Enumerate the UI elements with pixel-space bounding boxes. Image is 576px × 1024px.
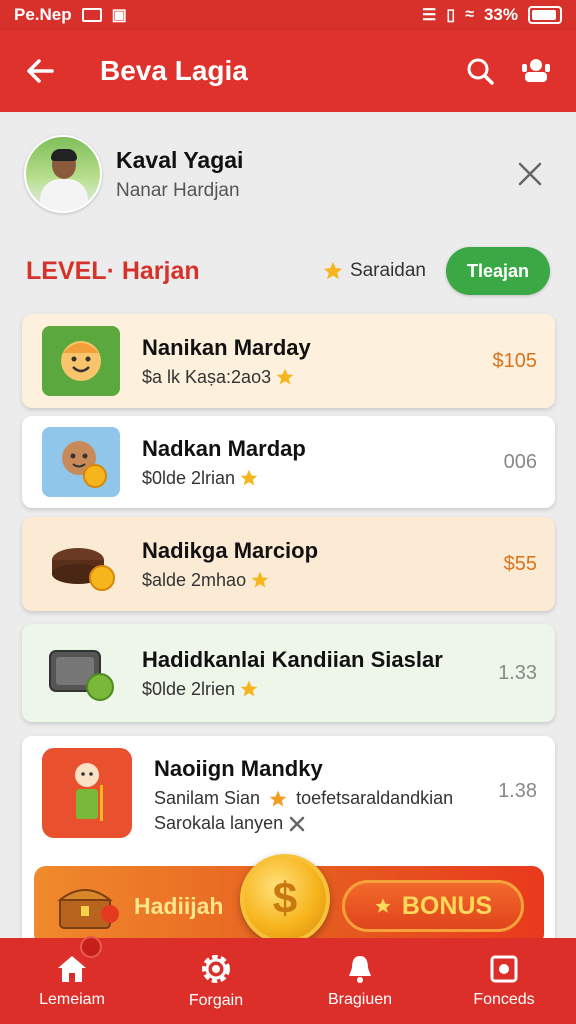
nav-label: Fonceds — [473, 991, 535, 1008]
notification-icon: ▣ — [111, 7, 127, 24]
star-icon — [240, 680, 258, 697]
status-bar: Pe.Nep ▣ ☰ ▯ ≈ 33% — [0, 0, 576, 30]
nav-label: Lemeiam — [39, 991, 105, 1008]
card-value: 1.33 — [498, 661, 537, 684]
treasure-coins-icon — [42, 529, 120, 599]
link-icon: ☰ — [422, 7, 437, 24]
bonus-banner[interactable]: Hadiijah $ BONUS — [34, 854, 544, 938]
reward-card[interactable]: Hadidkanlai Kandiian Siaslar $0lde 2lrie… — [22, 624, 555, 722]
close-button[interactable] — [506, 150, 554, 198]
nav-item-home[interactable]: Lemeiam — [0, 936, 144, 1024]
star-icon — [375, 898, 391, 913]
nav-item-notifications[interactable]: Bragiuen — [288, 938, 432, 1024]
card-subtitle: $0lde 2lrien — [142, 678, 236, 699]
mail-icon — [81, 8, 102, 22]
card-value: 1.38 — [498, 780, 537, 802]
profile-name: Kaval Yagai — [116, 146, 244, 173]
card-value: 006 — [503, 450, 537, 473]
tools-icon — [289, 816, 305, 831]
card-title: Nanikan Marday — [142, 334, 311, 360]
avatar[interactable] — [24, 135, 102, 213]
card-subtitle-secondary: Sarokala lanyen — [154, 813, 284, 833]
card-subtitle: $0lde 2lrian — [142, 467, 236, 488]
arrow-left-icon — [27, 59, 54, 83]
search-button[interactable] — [452, 30, 508, 112]
bonus-button-label: BONUS — [401, 891, 493, 920]
level-action-button[interactable]: Tleajan — [446, 247, 550, 295]
card-subtitle-extra: toefetsaraldandkian — [296, 788, 454, 808]
dollar-coin-icon: $ — [240, 854, 330, 938]
close-icon — [518, 162, 542, 186]
reward-card[interactable]: Nadkan Mardap $0lde 2lrian 006 — [22, 416, 555, 508]
nav-label: Forgain — [188, 992, 244, 1009]
nav-item-settings[interactable]: Forgain — [144, 938, 288, 1024]
card-subtitle: Sanilam Sian — [154, 788, 261, 808]
card-title: Nadikga Marciop — [142, 537, 319, 563]
card-value: $55 — [503, 552, 537, 575]
reward-card[interactable]: Nanikan Marday $a lk Kaṣa:2ao3 $105 — [22, 314, 555, 408]
profile-button[interactable] — [508, 30, 564, 112]
character-icon — [42, 748, 132, 838]
star-icon — [269, 790, 287, 806]
wifi-icon: ≈ — [465, 6, 474, 23]
nav-item-wallet[interactable]: Fonceds — [432, 938, 576, 1024]
star-icon — [276, 368, 294, 385]
level-row: LEVEL· Harjan Saraidan Tleajan — [26, 246, 550, 296]
card-title: Naoiign Mandky — [154, 756, 323, 781]
profile-header: Kaval Yagai Nanar Hardjan — [24, 134, 554, 214]
card-title: Hadidkanlai Kandiian Siaslar — [142, 646, 443, 672]
nav-label: Bragiuen — [327, 991, 393, 1008]
card-value: $105 — [492, 349, 538, 372]
level-status: Saraidan — [322, 260, 426, 282]
app-bar: Beva Lagia — [0, 30, 576, 112]
search-icon — [467, 58, 494, 85]
battery-percent: 33% — [483, 5, 518, 24]
wallet-icon — [490, 955, 518, 983]
level-status-text: Saraidan — [349, 260, 426, 281]
star-icon — [240, 469, 258, 486]
notification-badge — [80, 936, 102, 958]
bottom-nav: Lemeiam Forgain Bragiuen Fonceds — [0, 936, 576, 1024]
treasure-chest-icon — [57, 889, 119, 929]
back-button[interactable] — [0, 30, 80, 112]
card-subtitle: $alde 2mhao — [142, 569, 247, 590]
battery-icon — [528, 6, 562, 24]
profile-subtitle: Nanar Hardjan — [116, 179, 240, 201]
smiley-icon — [42, 326, 120, 396]
bonus-button[interactable]: BONUS — [342, 880, 524, 932]
character-coin-icon — [42, 427, 120, 497]
status-carrier-text: Pe.Nep — [14, 5, 72, 24]
banner-label: Hadiijah — [134, 892, 224, 919]
card-subtitle: $a lk Kaṣa:2ao3 — [142, 366, 272, 387]
star-icon — [251, 571, 269, 588]
home-icon — [58, 956, 86, 982]
page-title: Beva Lagia — [100, 55, 248, 86]
user-group-icon — [522, 59, 550, 82]
level-label: LEVEL· Harjan — [26, 256, 200, 285]
star-icon — [323, 261, 343, 280]
signal-icon: ▯ — [446, 7, 456, 24]
bell-icon — [349, 956, 371, 983]
gear-icon — [202, 955, 230, 983]
reward-card[interactable]: Nadikga Marciop $alde 2mhao $55 — [22, 517, 555, 611]
wallet-coin-icon — [42, 638, 120, 708]
main-content: Kaval Yagai Nanar Hardjan LEVEL· Harjan … — [0, 112, 576, 938]
card-title: Nadkan Mardap — [142, 435, 306, 461]
